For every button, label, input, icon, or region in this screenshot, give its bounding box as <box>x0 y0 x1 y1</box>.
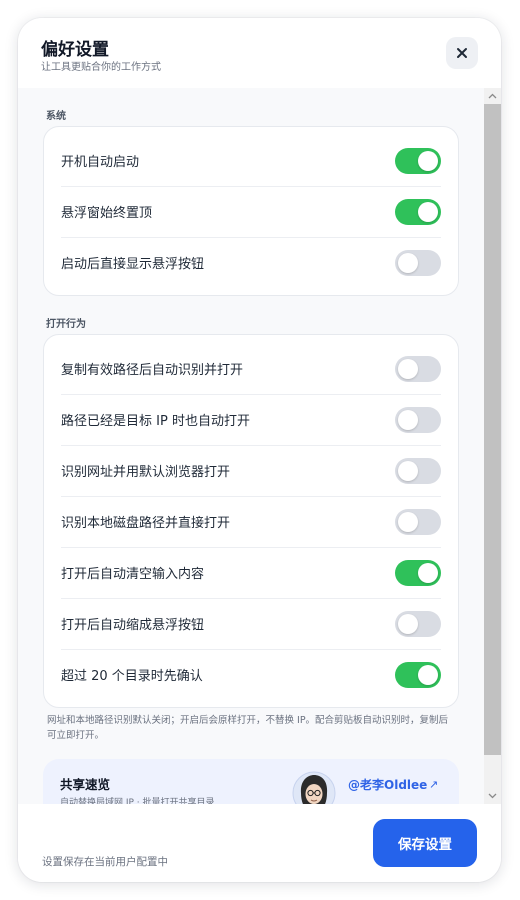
toggle-knob <box>418 201 438 222</box>
scroll-up-arrow[interactable] <box>484 88 501 104</box>
dialog-header: 偏好设置 让工具更贴合你的工作方式 <box>18 18 501 88</box>
toggle-switch[interactable] <box>395 610 441 637</box>
author-avatar <box>292 771 336 804</box>
setting-label: 悬浮窗始终置顶 <box>61 206 153 221</box>
toggle-knob <box>398 613 418 634</box>
close-icon <box>457 48 467 58</box>
section-label-open-behavior: 打开行为 <box>46 319 86 330</box>
setting-row: 悬浮窗始终置顶 <box>61 186 441 238</box>
preferences-dialog: 偏好设置 让工具更贴合你的工作方式 系统 开机自动启动 悬浮窗始终置顶 启动后直… <box>18 18 501 882</box>
toggle-switch[interactable] <box>395 508 441 535</box>
toggle-switch[interactable] <box>395 198 441 225</box>
section-label-system: 系统 <box>46 111 66 122</box>
setting-label: 路径已经是目标 IP 时也自动打开 <box>61 414 250 429</box>
toggle-knob <box>418 562 438 583</box>
setting-label: 打开后自动缩成悬浮按钮 <box>61 618 205 633</box>
dialog-subtitle: 让工具更贴合你的工作方式 <box>41 62 161 73</box>
toggle-switch[interactable] <box>395 661 441 688</box>
dialog-footer: 设置保存在当前用户配置中 保存设置 <box>18 804 501 882</box>
open-behavior-note: 网址和本地路径识别默认关闭；开启后会原样打开，不替换 IP。配合剪贴板自动识别时… <box>47 715 449 741</box>
setting-label: 识别本地磁盘路径并直接打开 <box>61 516 231 531</box>
toggle-switch[interactable] <box>395 249 441 276</box>
toggle-knob <box>398 511 418 532</box>
save-settings-button[interactable]: 保存设置 <box>373 819 477 867</box>
open-behavior-settings-card: 复制有效路径后自动识别并打开 路径已经是目标 IP 时也自动打开 识别网址并用默… <box>43 334 459 708</box>
setting-row: 打开后自动清空输入内容 <box>61 547 441 599</box>
vertical-scrollbar[interactable] <box>484 88 501 804</box>
footer-hint: 设置保存在当前用户配置中 <box>42 856 168 868</box>
setting-row: 识别网址并用默认浏览器打开 <box>61 445 441 497</box>
scroll-down-arrow[interactable] <box>484 788 501 804</box>
setting-row: 识别本地磁盘路径并直接打开 <box>61 496 441 548</box>
share-title: 共享速览 <box>60 777 111 792</box>
toggle-switch[interactable] <box>395 147 441 174</box>
share-preview-card[interactable]: 共享速览 自动替换局域网 IP · 批量打开共享目录 @老李Oldlee ↗ <box>43 759 459 804</box>
scroll-thumb[interactable] <box>484 104 501 755</box>
setting-row: 启动后直接显示悬浮按钮 <box>61 237 441 288</box>
external-link-icon[interactable]: ↗ <box>429 778 438 791</box>
toggle-switch[interactable] <box>395 355 441 382</box>
toggle-knob <box>418 150 438 171</box>
setting-row: 打开后自动缩成悬浮按钮 <box>61 598 441 650</box>
share-subtitle: 自动替换局域网 IP · 批量打开共享目录 <box>60 798 215 804</box>
setting-label: 复制有效路径后自动识别并打开 <box>61 363 244 378</box>
setting-row: 路径已经是目标 IP 时也自动打开 <box>61 394 441 446</box>
toggle-knob <box>398 409 418 430</box>
toggle-switch[interactable] <box>395 406 441 433</box>
toggle-switch[interactable] <box>395 457 441 484</box>
setting-label: 超过 20 个目录时先确认 <box>61 669 203 684</box>
settings-scroll-area[interactable]: 系统 开机自动启动 悬浮窗始终置顶 启动后直接显示悬浮按钮 打开行为 复制有效路… <box>18 88 484 804</box>
toggle-switch[interactable] <box>395 559 441 586</box>
toggle-knob <box>398 358 418 379</box>
setting-label: 开机自动启动 <box>61 155 140 170</box>
close-button[interactable] <box>446 37 478 69</box>
setting-row: 超过 20 个目录时先确认 <box>61 649 441 700</box>
setting-label: 识别网址并用默认浏览器打开 <box>61 465 231 480</box>
dialog-title: 偏好设置 <box>41 40 109 60</box>
setting-row: 复制有效路径后自动识别并打开 <box>61 343 441 395</box>
setting-row: 开机自动启动 <box>61 135 441 187</box>
system-settings-card: 开机自动启动 悬浮窗始终置顶 启动后直接显示悬浮按钮 <box>43 126 459 296</box>
setting-label: 启动后直接显示悬浮按钮 <box>61 257 205 272</box>
author-link[interactable]: @老李Oldlee <box>348 776 427 793</box>
toggle-knob <box>398 252 418 273</box>
toggle-knob <box>418 664 438 685</box>
toggle-knob <box>398 460 418 481</box>
setting-label: 打开后自动清空输入内容 <box>61 567 205 582</box>
